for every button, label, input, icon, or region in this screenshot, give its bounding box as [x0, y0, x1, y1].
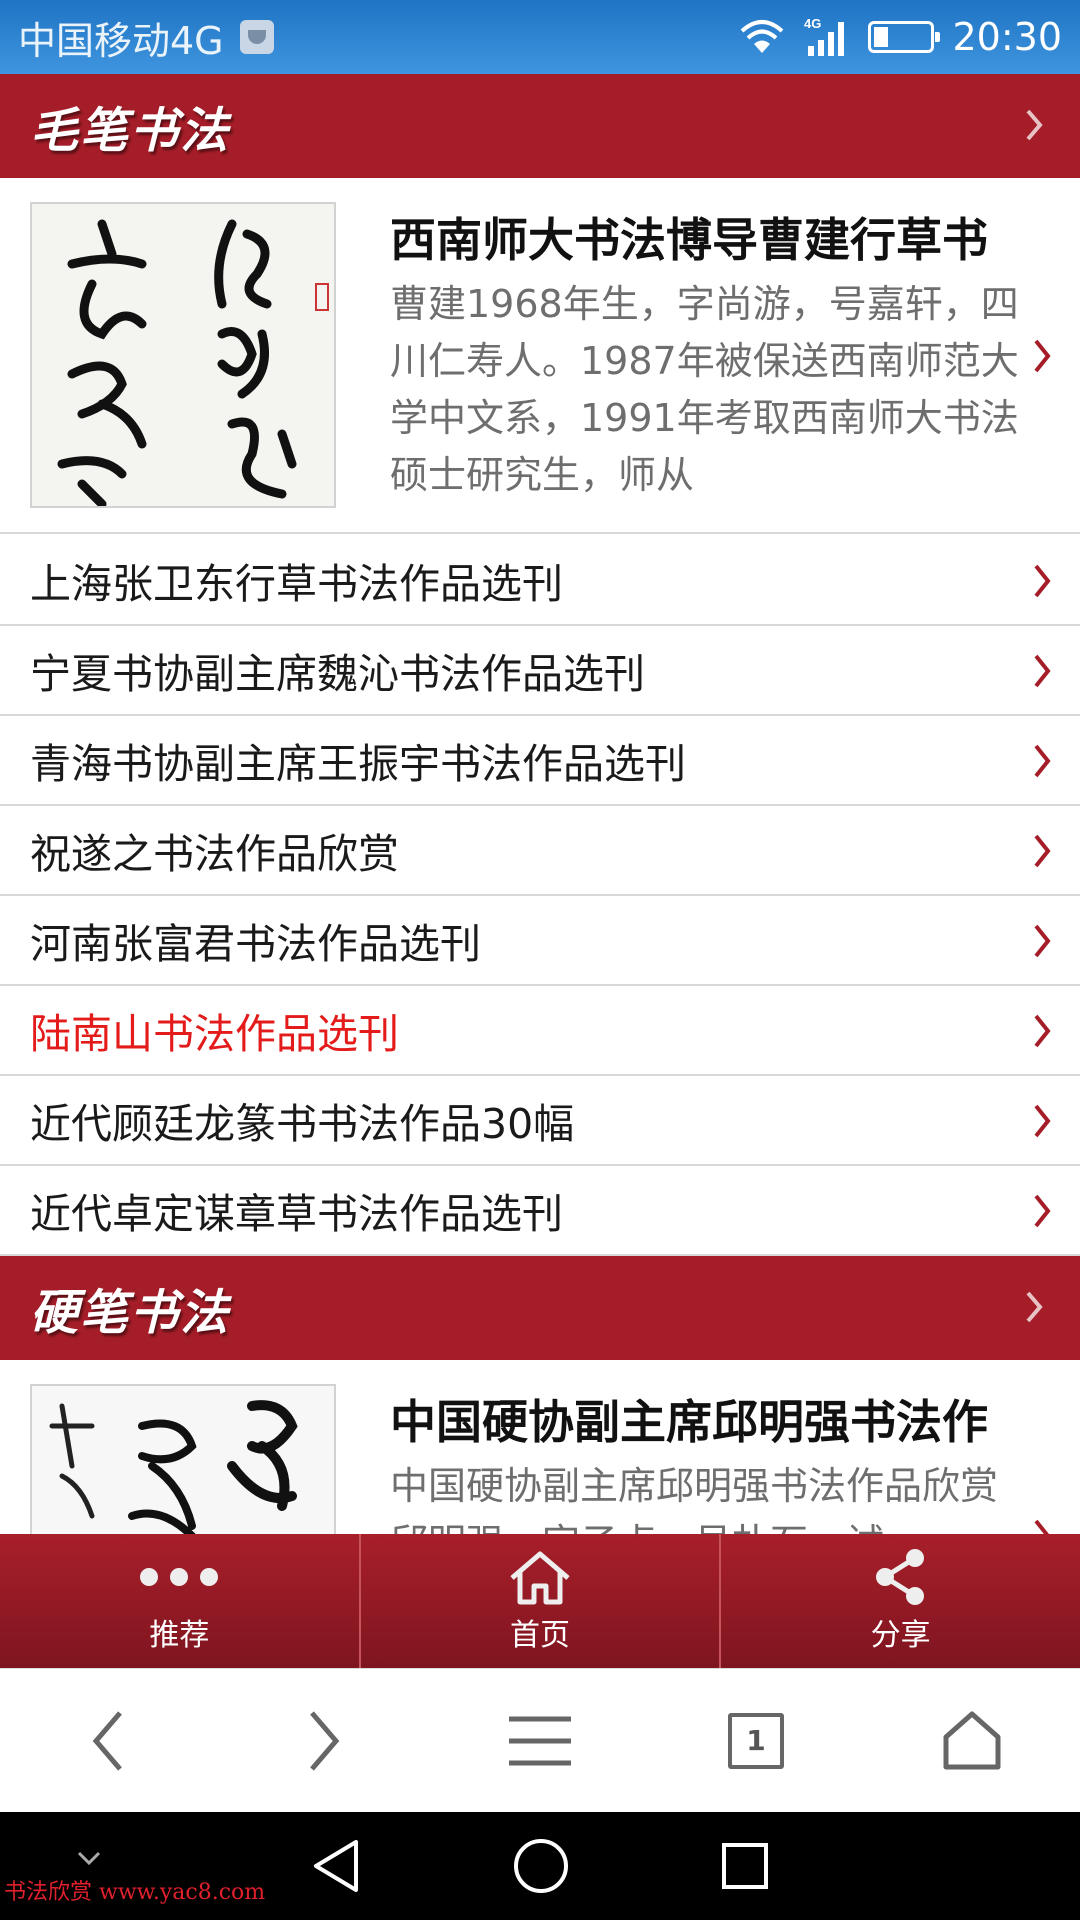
calligraphy-thumbnail [30, 202, 336, 508]
section-title: 毛笔书法 [30, 103, 231, 159]
chevron-right-icon [1034, 1194, 1051, 1228]
featured-headline[interactable]: 西南师大书法博导曹建行草书 [390, 204, 1030, 270]
signal-icon: 4G [804, 16, 845, 56]
chevron-left-icon [92, 1710, 122, 1771]
more-dots-icon [140, 1548, 219, 1606]
home-button[interactable]: 首页 [361, 1534, 722, 1668]
battery-icon [868, 21, 941, 53]
list-item-title: 河南张富君书法作品选刊 [30, 920, 481, 968]
section-header-pen-calligraphy[interactable]: 硬笔书法 [0, 1256, 1080, 1360]
chevron-right-icon [1034, 924, 1051, 958]
section-header-brush-calligraphy[interactable]: 毛笔书法 [0, 74, 1080, 178]
featured-summary: 中国硬协副主席邱明强书法作品欣赏邱明强，字子贞，号朴石，试 [390, 1464, 999, 1534]
browser-home-button[interactable] [864, 1669, 1080, 1812]
chevron-right-icon [1034, 1014, 1051, 1048]
list-item[interactable]: 近代顾廷龙篆书书法作品30幅 [0, 1076, 1080, 1166]
home-icon [508, 1548, 572, 1606]
list-item-title: 近代顾廷龙篆书书法作品30幅 [30, 1100, 575, 1148]
list-item-highlighted[interactable]: 陆南山书法作品选刊 [0, 986, 1080, 1076]
article-list: 上海张卫东行草书法作品选刊 宁夏书协副主席魏沁书法作品选刊 青海书协副主席王振宇… [0, 536, 1080, 1256]
menu-button[interactable] [432, 1669, 648, 1812]
list-item[interactable]: 宁夏书协副主席魏沁书法作品选刊 [0, 626, 1080, 716]
chevron-right-icon [1034, 654, 1051, 688]
list-item[interactable]: 上海张卫东行草书法作品选刊 [0, 536, 1080, 626]
recents-square-icon[interactable] [720, 1841, 770, 1891]
chevron-right-icon [1034, 1519, 1049, 1534]
chevron-down-icon[interactable] [76, 1850, 102, 1868]
browser-nav-bar: 1 [0, 1668, 1080, 1812]
list-item-title: 上海张卫东行草书法作品选刊 [30, 560, 563, 608]
list-item-title: 青海书协副主席王振宇书法作品选刊 [30, 740, 686, 788]
list-item[interactable]: 河南张富君书法作品选刊 [0, 896, 1080, 986]
notification-shield-icon [239, 20, 274, 54]
chevron-right-icon [1026, 1291, 1043, 1323]
list-item[interactable]: 祝遂之书法作品欣赏 [0, 806, 1080, 896]
home-circle-icon[interactable] [512, 1837, 570, 1895]
featured-article[interactable]: 中国硬协副主席邱明强书法作 中国硬协副主席邱明强书法作品欣赏邱明强，字子贞，号朴… [0, 1360, 1080, 1534]
featured-summary: 曹建1968年生，字尚游，号嘉轩，四川仁寿人。1987年被保送西南师范大学中文系… [390, 282, 1019, 497]
chevron-right-icon [1034, 834, 1051, 868]
chevron-right-icon [1026, 109, 1043, 141]
forward-button[interactable] [216, 1669, 432, 1812]
featured-article[interactable]: 西南师大书法博导曹建行草书 曹建1968年生，字尚游，号嘉轩，四川仁寿人。198… [0, 178, 1080, 534]
clock: 20:30 [952, 15, 1062, 59]
featured-headline[interactable]: 中国硬协副主席邱明强书法作 [390, 1386, 1030, 1452]
list-item[interactable]: 青海书协副主席王振宇书法作品选刊 [0, 716, 1080, 806]
chevron-right-icon [1034, 744, 1051, 778]
list-item-title: 祝遂之书法作品欣赏 [30, 830, 399, 878]
tab-count-icon: 1 [728, 1712, 784, 1769]
calligraphy-thumbnail [30, 1384, 336, 1534]
list-item-title: 近代卓定谋章草书法作品选刊 [30, 1190, 563, 1238]
list-item-title: 宁夏书协副主席魏沁书法作品选刊 [30, 650, 645, 698]
network-type-label: 4G [804, 16, 821, 31]
list-item-title: 陆南山书法作品选刊 [30, 1010, 399, 1058]
status-bar: 中国移动4G 4G 20:30 [0, 0, 1080, 74]
share-icon [869, 1548, 933, 1606]
chevron-right-icon [1034, 564, 1051, 598]
recommend-label: 推荐 [149, 1618, 210, 1653]
menu-icon [509, 1716, 571, 1765]
tabs-button[interactable]: 1 [648, 1669, 864, 1812]
site-toolbar: 推荐 首页 分享 [0, 1534, 1080, 1668]
recommend-button[interactable]: 推荐 [0, 1534, 361, 1668]
section-title: 硬笔书法 [30, 1285, 231, 1341]
home-icon [943, 1711, 1001, 1769]
list-item[interactable]: 近代卓定谋章草书法作品选刊 [0, 1166, 1080, 1256]
share-label: 分享 [870, 1618, 931, 1653]
chevron-right-icon [1034, 339, 1051, 373]
carrier-label: 中国移动4G [18, 18, 224, 63]
home-label: 首页 [510, 1618, 570, 1653]
wifi-icon [741, 20, 784, 53]
share-button[interactable]: 分享 [721, 1534, 1080, 1668]
back-button[interactable] [0, 1669, 216, 1812]
back-triangle-icon[interactable] [310, 1838, 362, 1894]
watermark: 书法欣赏 www.yac8.com [4, 1880, 266, 1905]
chevron-right-icon [1034, 1104, 1051, 1138]
chevron-right-icon [310, 1710, 340, 1771]
